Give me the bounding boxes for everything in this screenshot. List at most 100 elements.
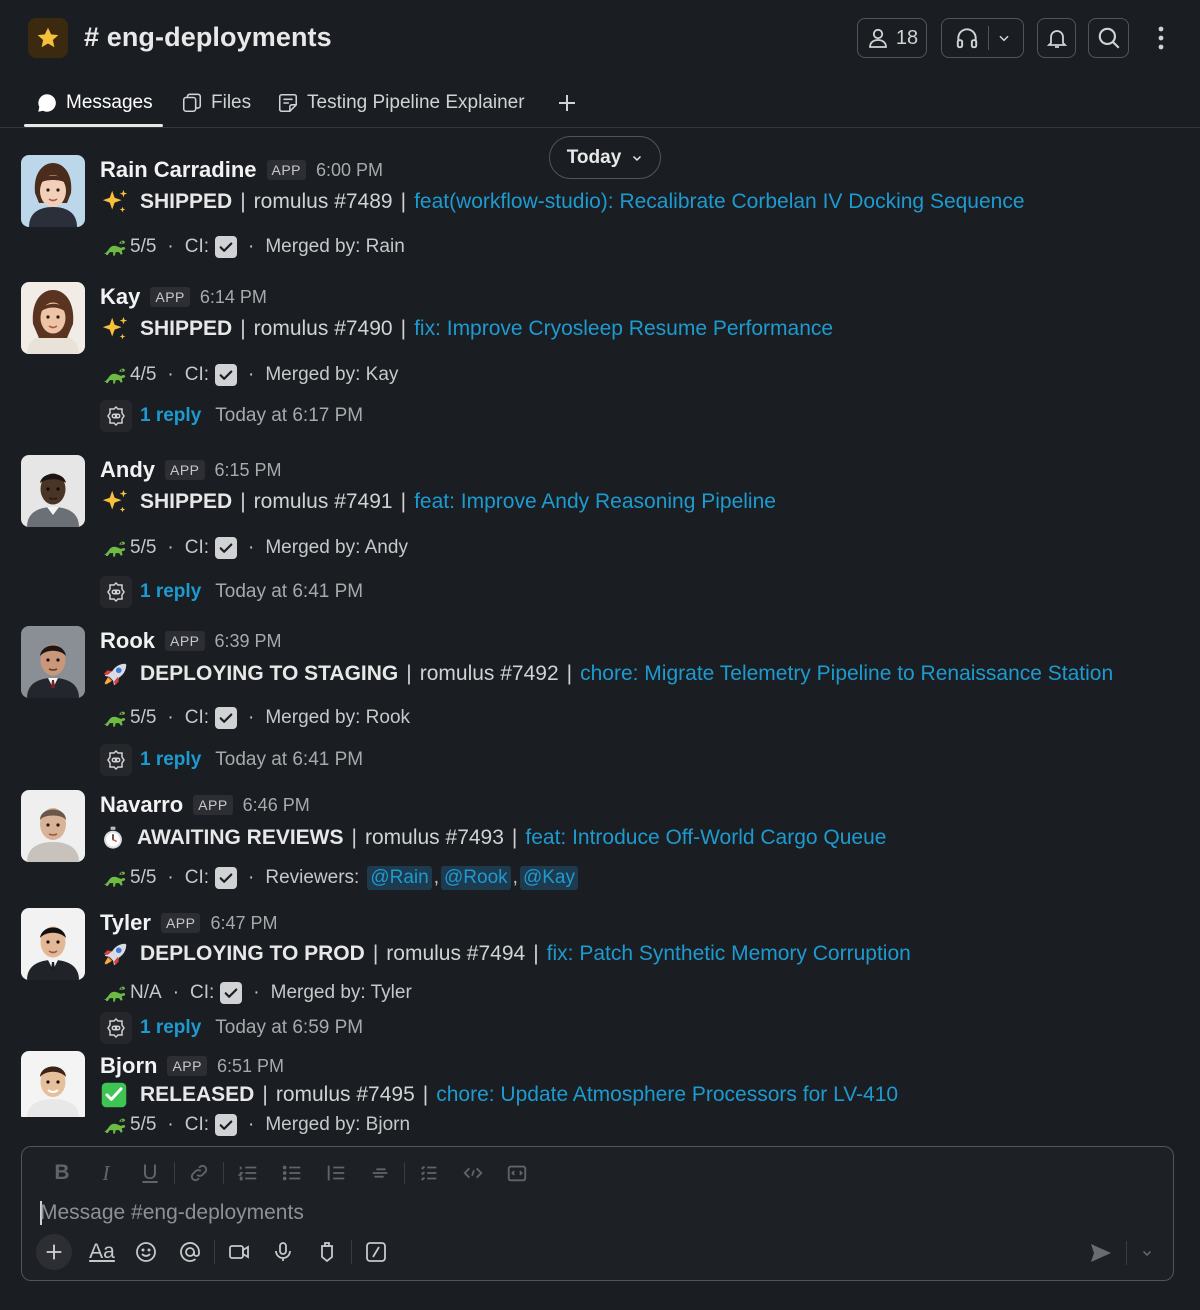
ci-label: CI: — [184, 707, 210, 728]
thread-replies[interactable]: 1 reply Today at 6:17 PM — [100, 400, 363, 432]
last-reply-time: Today at 6:59 PM — [215, 1017, 364, 1038]
notifications-button[interactable] — [1037, 18, 1076, 58]
search-button[interactable] — [1088, 18, 1129, 58]
separator: · — [253, 982, 260, 1003]
video-icon[interactable] — [217, 1235, 261, 1269]
bell-icon — [1045, 26, 1069, 50]
avatar[interactable] — [21, 790, 85, 862]
text-format-icon[interactable]: Aa — [80, 1235, 124, 1269]
huddle-button[interactable] — [941, 18, 1024, 58]
thread-replies[interactable]: 1 reply Today at 6:59 PM — [100, 1012, 363, 1044]
message-bubble-icon — [36, 92, 58, 114]
thread-replies[interactable]: 1 reply Today at 6:41 PM — [100, 744, 363, 776]
sender-name[interactable]: Rook — [100, 628, 155, 654]
reply-count-link[interactable]: 1 reply — [140, 1017, 201, 1039]
date-divider-button[interactable]: Today — [549, 136, 661, 179]
pr-link[interactable]: feat: Improve Andy Reasoning Pipeline — [414, 490, 776, 514]
avatar[interactable] — [21, 626, 85, 698]
message-time[interactable]: 6:15 PM — [215, 460, 282, 481]
members-button[interactable]: 18 — [857, 18, 927, 58]
reply-count-link[interactable]: 1 reply — [140, 405, 201, 427]
thread-replies[interactable]: 1 reply Today at 6:41 PM — [100, 576, 363, 608]
clipboard-icon[interactable] — [305, 1235, 349, 1269]
message-composer: B I U Message #eng-deployments Aa — [21, 1146, 1174, 1281]
more-options-button[interactable] — [1148, 18, 1174, 58]
separator: | — [240, 317, 246, 340]
message-time[interactable]: 6:14 PM — [200, 287, 267, 308]
code-block-icon[interactable] — [495, 1159, 539, 1187]
plus-icon[interactable] — [36, 1234, 72, 1270]
code-icon[interactable] — [451, 1159, 495, 1187]
tab-messages[interactable]: Messages — [36, 78, 153, 127]
pr-link[interactable]: feat(workflow-studio): Recalibrate Corbe… — [414, 190, 1024, 214]
active-tab-indicator — [24, 124, 163, 127]
message-time[interactable]: 6:51 PM — [217, 1056, 284, 1077]
reply-count-link[interactable]: 1 reply — [140, 749, 201, 771]
italic-icon[interactable]: I — [84, 1159, 128, 1187]
sender-name[interactable]: Navarro — [100, 792, 183, 818]
message-time[interactable]: 6:39 PM — [215, 631, 282, 652]
blockquote-icon[interactable] — [314, 1159, 358, 1187]
review-score: 4/5 — [130, 364, 157, 385]
app-badge: APP — [165, 460, 205, 480]
sender-name[interactable]: Kay — [100, 284, 140, 310]
mention-kay[interactable]: @Kay — [519, 866, 578, 890]
message-time[interactable]: 6:46 PM — [243, 795, 310, 816]
avatar[interactable] — [21, 455, 85, 527]
last-reply-time: Today at 6:41 PM — [215, 749, 364, 770]
sender-name[interactable]: Tyler — [100, 910, 151, 936]
sender-name[interactable]: Bjorn — [100, 1053, 157, 1079]
headphones-icon — [954, 25, 980, 51]
mention-rook[interactable]: @Rook — [441, 866, 511, 890]
avatar[interactable] — [21, 1051, 85, 1123]
strikethrough-icon[interactable] — [358, 1159, 402, 1187]
message-time[interactable]: 6:47 PM — [210, 913, 277, 934]
chevron-down-icon[interactable] — [1134, 1239, 1160, 1267]
reply-count-link[interactable]: 1 reply — [140, 581, 201, 603]
send-icon[interactable] — [1086, 1239, 1116, 1267]
avatar[interactable] — [21, 282, 85, 354]
plus-icon — [555, 91, 579, 115]
chevron-down-icon[interactable] — [997, 31, 1011, 45]
channel-title[interactable]: # eng-deployments — [84, 22, 332, 53]
message-stats: 5/5 · CI: · Merged by: Bjorn — [100, 1111, 410, 1139]
sender-name[interactable]: Rain Carradine — [100, 157, 257, 183]
message-time[interactable]: 6:00 PM — [316, 160, 383, 181]
message-body: SHIPPED | romulus #7491 | feat: Improve … — [100, 486, 776, 518]
app-badge: APP — [167, 1056, 207, 1076]
deploy-status: SHIPPED — [140, 317, 233, 340]
message-stats: 4/5 · CI: · Merged by: Kay — [100, 361, 398, 389]
avatar[interactable] — [21, 155, 85, 227]
pr-link[interactable]: fix: Improve Cryosleep Resume Performanc… — [414, 317, 833, 341]
sender-name[interactable]: Andy — [100, 457, 155, 483]
bot-avatar-icon — [100, 1012, 132, 1044]
emoji-icon[interactable] — [124, 1235, 168, 1269]
underline-icon[interactable]: U — [128, 1159, 172, 1187]
checklist-icon[interactable] — [407, 1159, 451, 1187]
shortcut-slash-icon[interactable] — [354, 1235, 398, 1269]
numbered-list-icon[interactable] — [226, 1159, 270, 1187]
star-icon[interactable] — [28, 18, 68, 58]
pr-link[interactable]: fix: Patch Synthetic Memory Corruption — [547, 942, 911, 966]
repo-pr: romulus #7494 — [386, 942, 526, 965]
bulleted-list-icon[interactable] — [270, 1159, 314, 1187]
sparkles-icon — [100, 487, 132, 517]
separator: | — [240, 490, 246, 513]
tab-files[interactable]: Files — [181, 78, 251, 127]
avatar[interactable] — [21, 908, 85, 980]
vertical-dots-icon — [1157, 25, 1165, 51]
dinosaur-icon — [100, 535, 130, 561]
message-body: SHIPPED | romulus #7490 | fix: Improve C… — [100, 313, 833, 345]
tab-testing-pipeline-explainer[interactable]: Testing Pipeline Explainer — [277, 78, 525, 127]
microphone-icon[interactable] — [261, 1235, 305, 1269]
pr-link[interactable]: feat: Introduce Off-World Cargo Queue — [525, 826, 886, 850]
pr-link[interactable]: chore: Update Atmosphere Processors for … — [436, 1083, 898, 1107]
bold-icon[interactable]: B — [40, 1159, 84, 1187]
mention-icon[interactable] — [168, 1235, 212, 1269]
message-body: AWAITING REVIEWS | romulus #7493 | feat:… — [100, 822, 886, 854]
add-tab-button[interactable] — [555, 78, 579, 127]
link-icon[interactable] — [177, 1159, 221, 1187]
message-input[interactable] — [40, 1197, 1150, 1229]
mention-rain[interactable]: @Rain — [367, 866, 432, 890]
pr-link[interactable]: chore: Migrate Telemetry Pipeline to Ren… — [580, 662, 1113, 686]
